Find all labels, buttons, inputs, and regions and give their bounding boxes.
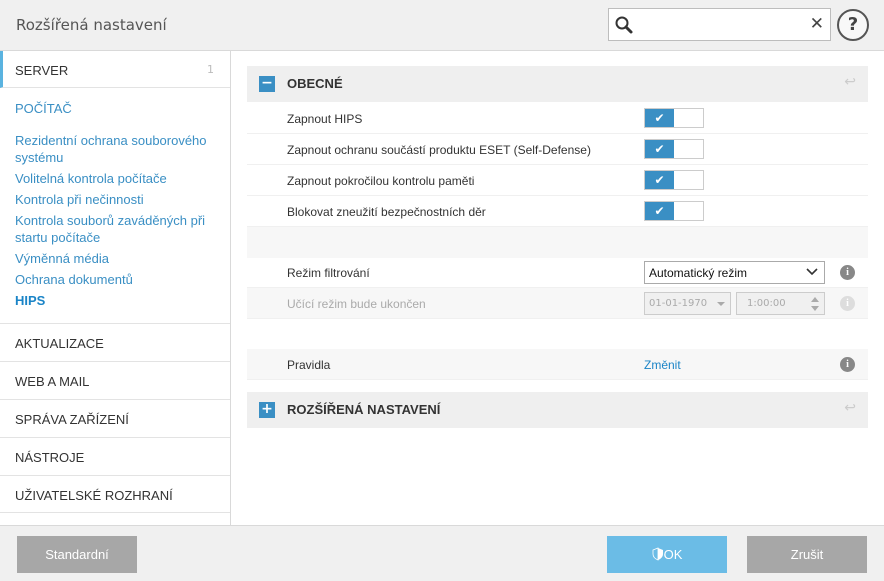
- shield-icon: [652, 547, 664, 562]
- spacer-row: [247, 227, 868, 258]
- sidebar-item-removable-media[interactable]: Výměnná média: [15, 250, 220, 267]
- check-icon: ✔: [645, 202, 674, 220]
- spinner-icon: [810, 294, 820, 317]
- sidebar-item-label: UŽIVATELSKÉ ROZHRANÍ: [15, 488, 173, 503]
- chevron-down-icon: [716, 295, 726, 314]
- sidebar-item-tools[interactable]: NÁSTROJE: [0, 437, 230, 475]
- sidebar-item-label: AKTUALIZACE: [15, 336, 104, 351]
- sidebar-item-label: WEB A MAIL: [15, 374, 90, 389]
- ok-button[interactable]: OK: [607, 536, 727, 573]
- footer: Standardní OK Zrušit: [0, 525, 884, 581]
- window-title: Rozšířená nastavení: [16, 16, 167, 34]
- setting-row-rules: Pravidla Změnit i: [247, 349, 868, 380]
- setting-row-memory-scanner: Zapnout pokročilou kontrolu paměti ✔: [247, 165, 868, 196]
- sidebar-item-startup-scan[interactable]: Kontrola souborů zaváděných při startu p…: [15, 212, 220, 246]
- setting-row-learning-end: Učící režim bude ukončen 01-01-1970 1:00…: [247, 288, 868, 319]
- search-icon: [614, 15, 634, 38]
- learning-time-stepper[interactable]: 1:00:00: [736, 292, 825, 315]
- sidebar-item-idle-scan[interactable]: Kontrola při nečinnosti: [15, 191, 220, 208]
- learning-date-picker[interactable]: 01-01-1970: [644, 292, 731, 315]
- sidebar-item-hips[interactable]: HIPS: [15, 292, 220, 309]
- setting-row-self-defense: Zapnout ochranu součástí produktu ESET (…: [247, 134, 868, 165]
- sidebar-item-computer[interactable]: POČÍTAČ: [15, 101, 72, 116]
- info-icon[interactable]: i: [840, 357, 855, 372]
- search-box[interactable]: ✕: [608, 8, 831, 41]
- edit-rules-link[interactable]: Změnit: [644, 358, 681, 372]
- date-value: 01-01-1970: [649, 298, 708, 309]
- sidebar-item-updates[interactable]: AKTUALIZACE: [0, 323, 230, 361]
- sidebar-item-count: 1: [207, 63, 214, 76]
- sidebar-item-user-interface[interactable]: UŽIVATELSKÉ ROZHRANÍ: [0, 475, 230, 513]
- select-value: Automatický režim: [649, 266, 748, 280]
- cancel-button[interactable]: Zrušit: [747, 536, 867, 573]
- spacer-row: [247, 319, 868, 350]
- sidebar-item-custom-scan[interactable]: Volitelná kontrola počítače: [15, 170, 220, 187]
- check-icon: ✔: [645, 109, 674, 127]
- expand-icon[interactable]: +: [259, 402, 275, 418]
- revert-icon: ↩: [844, 400, 856, 416]
- check-icon: ✔: [645, 171, 674, 189]
- revert-icon: ↩: [844, 74, 856, 90]
- info-icon: i: [840, 296, 855, 311]
- setting-label: Zapnout HIPS: [287, 112, 363, 126]
- sidebar-item-device-control[interactable]: SPRÁVA ZAŘÍZENÍ: [0, 399, 230, 437]
- ok-label: OK: [663, 547, 683, 562]
- setting-row-filter-mode: Režim filtrování Automatický režim i: [247, 257, 868, 288]
- check-icon: ✔: [645, 140, 674, 158]
- main-panel: − OBECNÉ ↩ Zapnout HIPS ✔ Zapnout ochran…: [231, 51, 884, 525]
- clear-search-icon[interactable]: ✕: [810, 14, 824, 34]
- setting-label: Blokovat zneužití bezpečnostních děr: [287, 205, 486, 219]
- collapse-icon[interactable]: −: [259, 76, 275, 92]
- title-bar: Rozšířená nastavení ✕ ?: [0, 0, 884, 51]
- self-defense-toggle[interactable]: ✔: [644, 139, 704, 159]
- sidebar-item-label: SERVER: [15, 63, 69, 78]
- memory-scanner-toggle[interactable]: ✔: [644, 170, 704, 190]
- default-button[interactable]: Standardní: [17, 536, 137, 573]
- filter-mode-select[interactable]: Automatický režim: [644, 261, 825, 284]
- chevron-down-icon: [805, 264, 819, 283]
- sidebar-item-web-mail[interactable]: WEB A MAIL: [0, 361, 230, 399]
- section-title: OBECNÉ: [287, 76, 343, 91]
- setting-label: Zapnout ochranu součástí produktu ESET (…: [287, 143, 591, 157]
- setting-label: Pravidla: [287, 358, 331, 372]
- section-title: ROZŠÍŘENÁ NASTAVENÍ: [287, 402, 441, 417]
- setting-label: Učící režim bude ukončen: [287, 297, 426, 311]
- sidebar-item-realtime-protection[interactable]: Rezidentní ochrana souborového systému: [15, 132, 220, 166]
- sidebar: SERVER 1 POČÍTAČ Rezidentní ochrana soub…: [0, 51, 231, 525]
- info-icon[interactable]: i: [840, 265, 855, 280]
- sidebar-item-document-protection[interactable]: Ochrana dokumentů: [15, 271, 220, 288]
- time-value: 1:00:00: [747, 298, 786, 309]
- setting-row-enable-hips: Zapnout HIPS ✔: [247, 103, 868, 134]
- exploit-blocker-toggle[interactable]: ✔: [644, 201, 704, 221]
- enable-hips-toggle[interactable]: ✔: [644, 108, 704, 128]
- sidebar-item-label: NÁSTROJE: [15, 450, 85, 465]
- search-input[interactable]: [639, 13, 809, 36]
- sidebar-item-server[interactable]: SERVER 1: [0, 51, 230, 88]
- help-button[interactable]: ?: [837, 9, 869, 41]
- setting-label: Režim filtrování: [287, 266, 370, 280]
- sidebar-item-label: SPRÁVA ZAŘÍZENÍ: [15, 412, 129, 427]
- setting-label: Zapnout pokročilou kontrolu paměti: [287, 174, 475, 188]
- section-general-header[interactable]: − OBECNÉ ↩: [247, 66, 868, 102]
- section-advanced-header[interactable]: + ROZŠÍŘENÁ NASTAVENÍ ↩: [247, 392, 868, 428]
- setting-row-exploit-blocker: Blokovat zneužití bezpečnostních děr ✔: [247, 196, 868, 227]
